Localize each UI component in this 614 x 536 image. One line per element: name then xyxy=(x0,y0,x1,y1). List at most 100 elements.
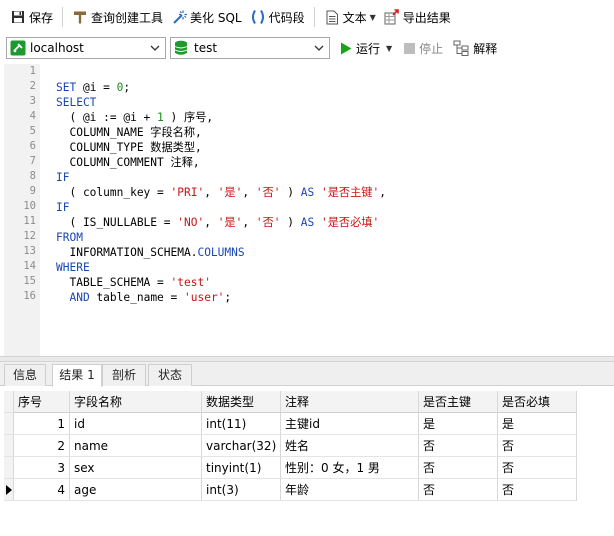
code-line[interactable]: ( column_key = 'PRI', '是', '否' ) AS '是否主… xyxy=(56,185,385,200)
row-indicator[interactable] xyxy=(4,435,14,457)
sql-string: 'NO' xyxy=(177,216,205,229)
tab-status[interactable]: 状态 xyxy=(148,364,192,386)
sql-text: COLUMN_NAME 字段名称, xyxy=(56,126,202,139)
export-results-button[interactable]: 导出结果 xyxy=(380,5,455,29)
code-line[interactable]: COLUMN_NAME 字段名称, xyxy=(56,125,202,140)
code-line[interactable]: FROM xyxy=(56,230,83,245)
sql-keyword: FROM xyxy=(56,231,83,244)
sql-editor[interactable]: 1 2 3 4 5 6 7 8 9 10 11 12 13 14 15 16 S… xyxy=(4,64,614,356)
parentheses-icon xyxy=(250,9,266,25)
cell-is-required[interactable]: 否 xyxy=(498,457,577,479)
line-number: 6 xyxy=(29,140,36,152)
tab-info[interactable]: 信息 xyxy=(4,364,46,386)
run-button[interactable]: 运行 ▼ xyxy=(340,40,392,57)
line-number: 2 xyxy=(29,80,36,92)
code-line[interactable]: ( IS_NULLABLE = 'NO', '是', '否' ) AS '是否必… xyxy=(56,215,379,230)
cell-is-primary-key[interactable]: 否 xyxy=(419,479,498,501)
code-line[interactable]: AND table_name = 'user'; xyxy=(56,290,231,305)
cell-field-name[interactable]: id xyxy=(70,413,202,435)
code-line[interactable]: SELECT xyxy=(56,95,96,110)
code-line[interactable]: ( @i := @i + 1 ) 序号, xyxy=(56,110,213,125)
cell-is-primary-key[interactable]: 是 xyxy=(419,413,498,435)
line-number: 8 xyxy=(29,170,36,182)
table-row-selected[interactable]: 4 age int(3) 年龄 否 否 xyxy=(4,479,577,501)
query-builder-label: 查询创建工具 xyxy=(91,10,164,25)
cell-comment[interactable]: 年龄 xyxy=(281,479,419,501)
table-row[interactable]: 2 name varchar(32) 姓名 否 否 xyxy=(4,435,577,457)
tab-profile[interactable]: 剖析 xyxy=(102,364,146,386)
save-button[interactable]: 保存 xyxy=(6,5,57,29)
column-header[interactable]: 是否必填 xyxy=(498,391,577,413)
code-line[interactable]: INFORMATION_SCHEMA.COLUMNS xyxy=(56,245,245,260)
beautify-sql-button[interactable]: 美化 SQL xyxy=(167,5,246,29)
export-label: 导出结果 xyxy=(402,10,451,25)
connection-select[interactable]: localhost xyxy=(6,37,166,59)
sql-string: 'test' xyxy=(170,276,211,289)
code-line[interactable]: TABLE_SCHEMA = 'test' xyxy=(56,275,211,290)
line-number: 14 xyxy=(23,260,36,272)
cell-field-name[interactable]: age xyxy=(70,479,202,501)
code-line[interactable]: IF xyxy=(56,170,69,185)
cell-data-type[interactable]: int(3) xyxy=(202,479,281,501)
sql-string: '否' xyxy=(255,216,281,229)
code-snippet-button[interactable]: 代码段 xyxy=(246,5,309,29)
sql-keyword: SELECT xyxy=(56,96,97,109)
code-line[interactable]: SET @i = 0; xyxy=(56,80,130,95)
cell-is-required[interactable]: 否 xyxy=(498,435,577,457)
table-row[interactable]: 3 sex tinyint(1) 性别：0 女，1 男 否 否 xyxy=(4,457,577,479)
column-header[interactable]: 是否主键 xyxy=(419,391,498,413)
table-row[interactable]: 1 id int(11) 主键id 是 是 xyxy=(4,413,577,435)
query-builder-button[interactable]: 查询创建工具 xyxy=(68,5,167,29)
sql-text: , xyxy=(242,186,256,199)
cell-data-type[interactable]: varchar(32) xyxy=(202,435,281,457)
connection-value: localhost xyxy=(30,41,84,55)
cell-is-required[interactable]: 否 xyxy=(498,479,577,501)
explain-button[interactable]: 解释 xyxy=(453,40,497,57)
cell-comment[interactable]: 姓名 xyxy=(281,435,419,457)
row-indicator[interactable] xyxy=(4,457,14,479)
cell-data-type[interactable]: int(11) xyxy=(202,413,281,435)
sql-number: 1 xyxy=(157,111,164,124)
code-line[interactable]: WHERE xyxy=(56,260,90,275)
document-icon xyxy=(324,9,340,25)
text-button[interactable]: 文本 ▼ xyxy=(320,5,380,29)
cell-is-primary-key[interactable]: 否 xyxy=(419,435,498,457)
cell-index[interactable]: 3 xyxy=(14,457,70,479)
column-header[interactable]: 字段名称 xyxy=(70,391,202,413)
row-indicator[interactable] xyxy=(4,413,14,435)
sql-keyword: COLUMNS xyxy=(197,246,245,259)
chevron-down-icon xyxy=(313,41,325,55)
beautify-sql-label: 美化 SQL xyxy=(190,10,242,25)
column-header[interactable]: 注释 xyxy=(281,391,419,413)
cell-field-name[interactable]: name xyxy=(70,435,202,457)
cell-index[interactable]: 1 xyxy=(14,413,70,435)
cell-is-required[interactable]: 是 xyxy=(498,413,577,435)
tab-result-1[interactable]: 结果 1 xyxy=(52,364,102,387)
stop-button[interactable]: 停止 xyxy=(404,40,443,57)
code-line[interactable]: COLUMN_COMMENT 注释, xyxy=(56,155,199,170)
result-tabs: 信息 结果 1 剖析 状态 xyxy=(0,362,614,387)
chevron-down-icon: ▼ xyxy=(386,43,393,53)
sql-text: ; xyxy=(224,291,232,304)
sql-string: '是' xyxy=(217,186,243,199)
code-line[interactable]: IF xyxy=(56,200,69,215)
cell-index[interactable]: 4 xyxy=(14,479,70,501)
database-select[interactable]: test xyxy=(170,37,330,59)
column-header[interactable]: 数据类型 xyxy=(202,391,281,413)
sql-keyword: WHERE xyxy=(56,261,90,274)
sql-string: '是否必填' xyxy=(320,216,380,229)
cell-comment[interactable]: 性别：0 女，1 男 xyxy=(281,457,419,479)
cell-data-type[interactable]: tinyint(1) xyxy=(202,457,281,479)
code-line[interactable]: COLUMN_TYPE 数据类型, xyxy=(56,140,201,155)
cell-index[interactable]: 2 xyxy=(14,435,70,457)
cell-is-primary-key[interactable]: 否 xyxy=(419,457,498,479)
sql-text: , xyxy=(242,216,256,229)
cell-field-name[interactable]: sex xyxy=(70,457,202,479)
row-indicator[interactable] xyxy=(4,479,14,501)
line-number-gutter: 1 2 3 4 5 6 7 8 9 10 11 12 13 14 15 16 xyxy=(4,64,40,356)
line-number: 12 xyxy=(23,230,36,242)
cell-comment[interactable]: 主键id xyxy=(281,413,419,435)
column-header[interactable]: 序号 xyxy=(14,391,70,413)
grid-header-row: 序号 字段名称 数据类型 注释 是否主键 是否必填 xyxy=(4,391,577,413)
